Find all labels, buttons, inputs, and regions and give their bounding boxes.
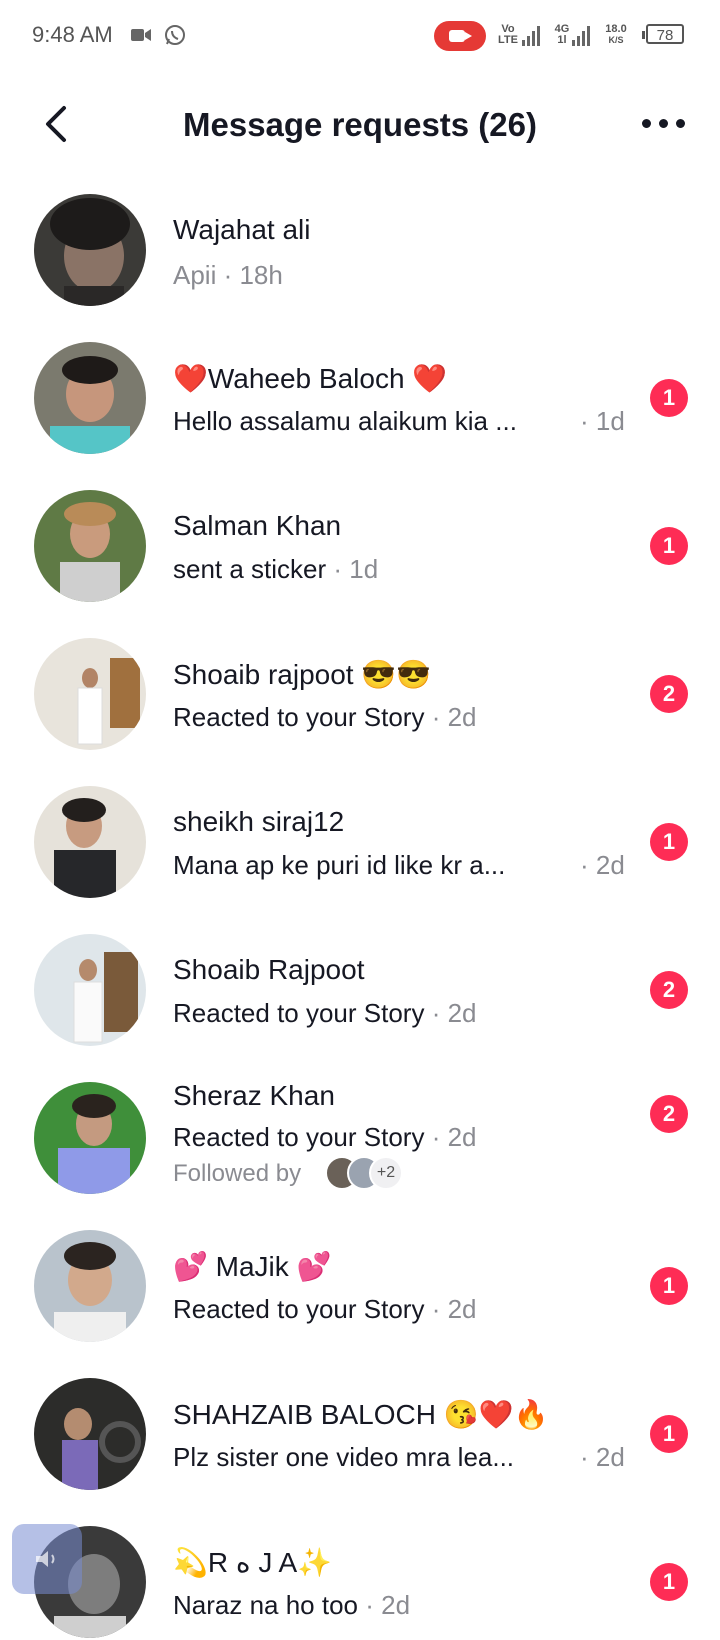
network-speed: 18.0 K/S [605,23,627,46]
message-time: · 2d [580,850,625,880]
list-item[interactable]: Shoaib rajpoot 😎😎 Reacted to your Story … [0,620,720,768]
list-item[interactable]: Salman Khan sent a sticker · 1d 1 [0,472,720,620]
avatar[interactable] [34,1378,146,1490]
status-time: 9:48 AM [32,22,113,47]
unread-badge: 1 [650,527,688,565]
unread-badge: 2 [650,675,688,713]
whatsapp-icon [165,25,185,45]
message-preview: Hello assalamu alaikum kia ... [173,406,517,436]
message-preview: Reacted to your Story · 2d [173,1122,477,1152]
unread-badge: 2 [650,1095,688,1133]
avatar[interactable] [34,638,146,750]
sender-name: Shoaib rajpoot 😎😎 [173,659,432,690]
signal-icon [522,24,546,46]
message-preview: Apii · 18h [173,260,283,290]
list-item[interactable]: Wajahat ali Apii · 18h [0,176,720,324]
list-item[interactable]: sheikh siraj12 Mana ap ke puri id like k… [0,768,720,916]
sender-name: 💫R ه J A✨ [173,1547,333,1578]
message-preview: Reacted to your Story · 2d [173,998,477,1028]
sender-name: Shoaib Rajpoot [173,954,365,985]
header: Message requests (26) [0,80,720,168]
sender-name: ❤️Waheeb Baloch ❤️ [173,363,448,394]
followed-by-label: Followed by [173,1160,302,1187]
list-item[interactable]: 💕 MaJik 💕 Reacted to your Story · 2d 1 [0,1212,720,1360]
network-type: 4G 1l [554,23,570,46]
battery-icon: 78 [642,24,684,44]
message-preview: Plz sister one video mra lea... [173,1442,515,1472]
message-preview: Reacted to your Story · 2d [173,702,477,732]
avatar[interactable] [34,490,146,602]
status-bar: 9:48 AM Vo LTE 4G 1l 18.0 K/S 78 [0,0,720,72]
avatar[interactable] [34,934,146,1046]
floating-audio-button[interactable] [12,1524,82,1594]
sender-name: Wajahat ali [173,214,311,245]
list-item[interactable]: 💫R ه J A✨ Naraz na ho too · 2d 1 [0,1508,720,1640]
unread-badge: 1 [650,1563,688,1601]
list-item[interactable]: Shoaib Rajpoot Reacted to your Story · 2… [0,916,720,1064]
list-item[interactable]: Sheraz Khan Reacted to your Story · 2d F… [0,1064,720,1224]
more-options-icon[interactable] [640,110,688,138]
message-preview: Naraz na ho too · 2d [173,1590,411,1620]
list-item[interactable]: SHAHZAIB BALOCH 😘❤️🔥 Plz sister one vide… [0,1360,720,1508]
avatar[interactable] [34,786,146,898]
unread-badge: 1 [650,1267,688,1305]
speaker-icon [36,1551,55,1567]
sender-name: Sheraz Khan [173,1080,335,1111]
message-time: · 1d [580,406,625,436]
message-preview: Mana ap ke puri id like kr a... [173,850,506,880]
message-preview: Reacted to your Story · 2d [173,1294,477,1324]
screen-record-icon[interactable] [434,21,486,51]
sender-name: 💕 MaJik 💕 [173,1251,332,1282]
unread-badge: 1 [650,823,688,861]
signal-icon-2 [572,24,596,46]
volte-indicator: Vo LTE [498,23,518,46]
unread-badge: 1 [650,379,688,417]
sender-name: sheikh siraj12 [173,806,345,837]
list-item[interactable]: ❤️Waheeb Baloch ❤️ Hello assalamu alaiku… [0,324,720,472]
avatar[interactable] [34,1230,146,1342]
mutual-more-count: +2 [369,1156,403,1190]
unread-badge: 2 [650,971,688,1009]
sender-name: Salman Khan [173,510,342,541]
avatar[interactable] [34,342,146,454]
avatar[interactable] [34,1082,146,1194]
message-time: · 2d [580,1442,625,1472]
message-preview: sent a sticker · 1d [173,554,379,584]
unread-badge: 1 [650,1415,688,1453]
page-title: Message requests (26) [183,106,537,143]
avatar[interactable] [34,194,146,306]
video-camera-icon [131,29,151,41]
sender-name: SHAHZAIB BALOCH 😘❤️🔥 [173,1399,549,1430]
